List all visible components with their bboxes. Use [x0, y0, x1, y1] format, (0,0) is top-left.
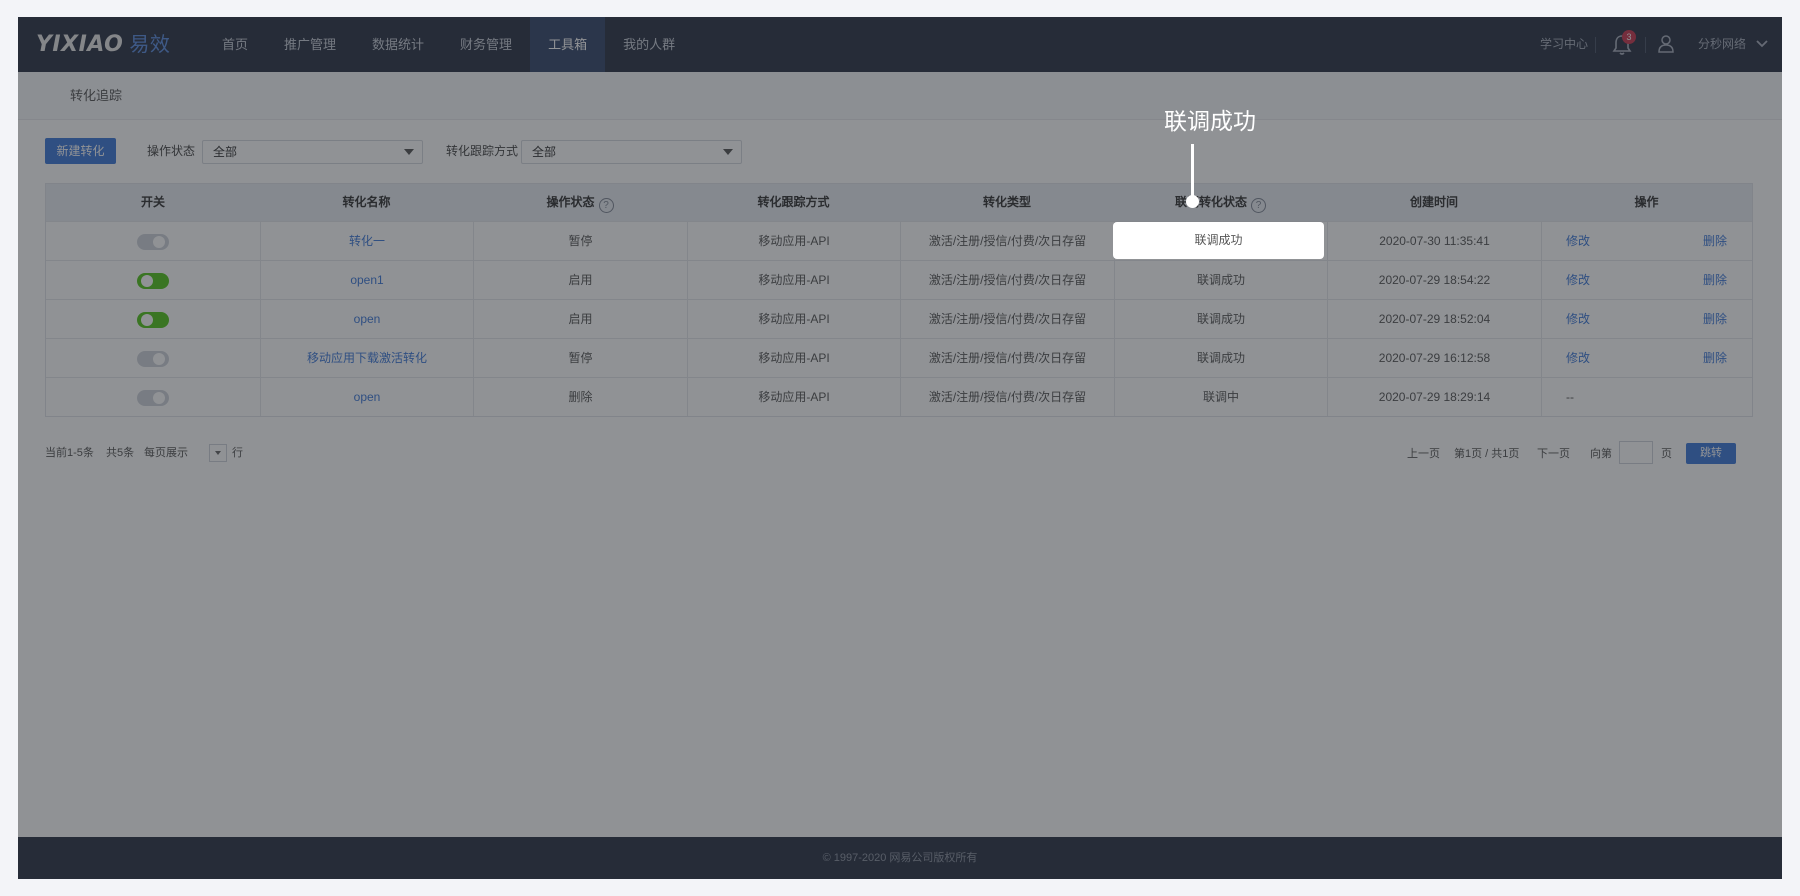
callout-line — [1191, 144, 1194, 200]
highlighted-debug-status-cell: 联调成功 — [1113, 222, 1324, 259]
callout-text: 联调成功 — [1164, 109, 1256, 135]
callout-dot — [1186, 195, 1199, 208]
app-window: YIXIAO易效 首页 推广管理 数据统计 财务管理 工具箱 我的人群 学习中心… — [18, 17, 1782, 879]
dim-overlay — [18, 17, 1782, 879]
